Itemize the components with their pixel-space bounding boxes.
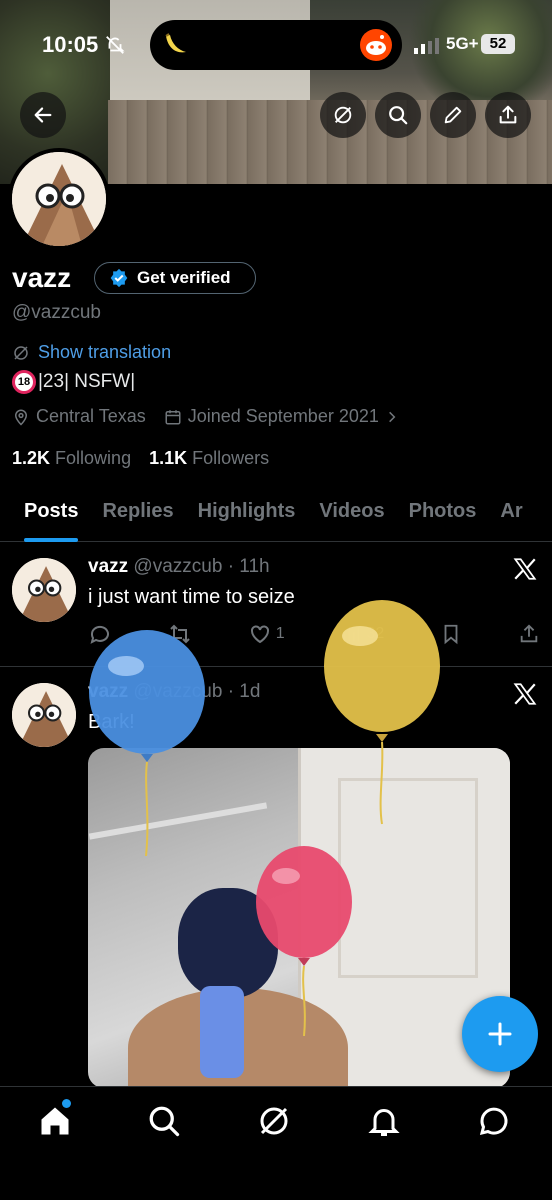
followers-label: Followers [192,448,270,468]
post-time: · 1d [227,681,261,702]
profile-tabs: Posts Replies Highlights Videos Photos A… [0,490,552,542]
bio-text: |23| NSFW| [38,371,136,392]
heart-icon [250,625,269,644]
following-count: 1.2K [12,448,51,468]
profile-bio: 18 |23| NSFW| [12,370,135,394]
network-type: 5G+ [446,34,479,53]
joined-item[interactable]: Joined September 2021 [164,406,399,427]
post-author-handle: @vazzcub [133,556,223,577]
followers-link[interactable]: 1.1K Followers [149,448,269,469]
grok-icon [14,345,28,360]
share-icon [499,105,517,124]
profile-name: vazz [12,262,72,293]
following-link[interactable]: 1.2K Following [12,448,131,469]
post-item[interactable]: vazz @vazzcub · 11h i just want time to … [0,542,552,666]
battery-indicator: 52 [481,34,515,54]
bottom-navigation [0,1086,552,1200]
like-count: 1 [275,625,285,642]
back-button[interactable] [20,92,66,138]
search-icon[interactable] [146,1103,182,1139]
joined-text: Joined September 2021 [187,406,379,426]
signal-icon [414,38,439,54]
share-button[interactable] [485,92,531,138]
x-logo-icon[interactable] [512,556,538,582]
location-text: Central Texas [36,406,146,426]
profile-avatar[interactable] [8,148,110,250]
show-translation-link[interactable]: Show translation [12,342,171,363]
edit-button[interactable] [430,92,476,138]
tab-posts[interactable]: Posts [12,490,90,542]
tab-videos[interactable]: Videos [307,490,396,542]
post-avatar[interactable] [12,683,76,747]
post-text: i just want time to seize [88,586,295,608]
tab-highlights[interactable]: Highlights [186,490,308,542]
reddit-icon [360,29,392,61]
post-header: vazz @vazzcub · 11h [88,556,270,578]
post-avatar[interactable] [12,558,76,622]
verified-badge-icon [110,268,128,288]
status-time: 10:05 [42,32,99,57]
tab-photos[interactable]: Photos [397,490,489,542]
followers-count: 1.1K [149,448,188,468]
tab-replies[interactable]: Replies [90,490,185,542]
grok-button[interactable] [320,92,366,138]
profile-meta: Central Texas Joined September 2021 [12,406,411,427]
arrow-left-icon [34,107,52,123]
share-post-button[interactable] [518,623,540,645]
eighteen-plus-icon: 18 [12,370,36,394]
like-button[interactable]: 1 [248,622,285,646]
message-icon[interactable] [476,1103,512,1139]
blue-balloon [89,630,205,856]
calendar-icon [165,409,181,424]
home-icon[interactable] [37,1103,73,1139]
get-verified-button[interactable]: Get verified [94,262,256,294]
post-author-name: vazz [88,556,129,577]
photo-phone [200,986,244,1078]
search-button[interactable] [375,92,421,138]
get-verified-label: Get verified [137,268,231,287]
grok-icon [334,106,352,124]
silent-bell-icon [106,36,125,54]
compose-button[interactable] [462,996,538,1072]
location-item: Central Texas [12,406,146,427]
show-translation-label: Show translation [38,342,172,362]
follow-stats: 1.2K Following 1.1K Followers [12,448,269,469]
chevron-right-icon [389,411,396,422]
plus-icon [488,1022,512,1046]
pencil-icon [444,106,462,124]
profile-handle: @vazzcub [12,302,101,323]
avatar-image [12,152,106,246]
search-icon [389,106,408,125]
location-pin-icon [14,409,28,426]
yellow-balloon [324,600,440,825]
status-bar: 10:05 5G+ 52 [0,20,552,72]
bell-icon[interactable] [366,1103,402,1139]
following-label: Following [55,448,132,468]
share-icon [520,624,538,643]
grok-icon[interactable] [256,1103,292,1139]
tab-articles[interactable]: Ar [488,490,534,542]
post-time: · 11h [227,556,270,577]
banana-icon [165,33,186,53]
x-logo-icon[interactable] [512,681,538,707]
pink-balloon [256,846,352,1036]
